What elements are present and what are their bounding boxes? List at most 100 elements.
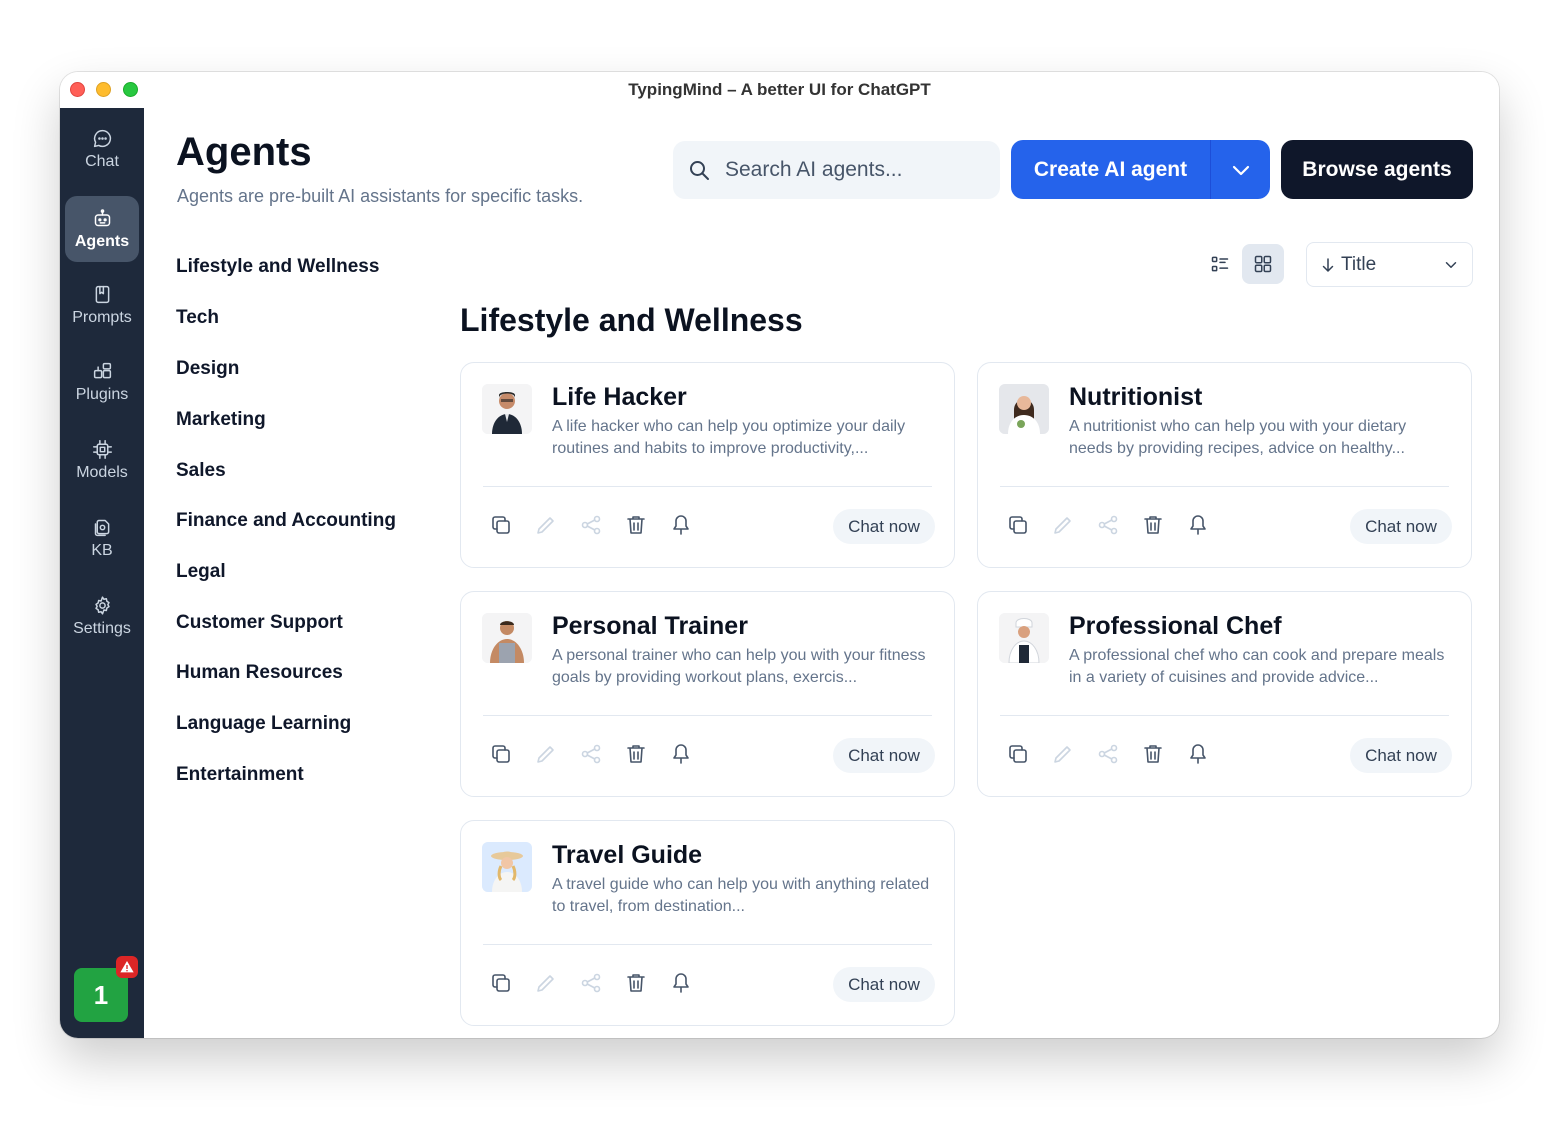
chat-now-button[interactable]: Chat now — [1350, 509, 1452, 544]
sidebar: Chat Agents Prompts Plugins Models KB Se… — [60, 108, 144, 1038]
category-item[interactable]: Legal — [176, 561, 226, 583]
search-icon — [690, 161, 709, 180]
pin-icon[interactable] — [669, 742, 693, 766]
category-item[interactable]: Design — [176, 358, 239, 380]
pin-icon[interactable] — [1186, 742, 1210, 766]
copy-icon[interactable] — [489, 971, 513, 995]
sidebar-item-label: Agents — [74, 232, 130, 250]
agent-card[interactable]: Travel Guide A travel guide who can help… — [460, 820, 955, 1026]
agent-description: A nutritionist who can help you with you… — [1069, 418, 1407, 457]
agent-card[interactable]: Life Hacker A life hacker who can help y… — [460, 362, 955, 568]
category-item[interactable]: Tech — [176, 307, 219, 329]
copy-icon[interactable] — [1006, 742, 1030, 766]
category-item[interactable]: Lifestyle and Wellness — [176, 256, 379, 278]
divider — [483, 486, 932, 487]
create-agent-dropdown-button[interactable] — [1210, 140, 1270, 199]
book-icon — [95, 285, 109, 303]
category-item[interactable]: Human Resources — [176, 662, 343, 684]
sidebar-item-agents[interactable]: Agents — [65, 196, 139, 262]
copy-icon[interactable] — [489, 513, 513, 537]
agent-card[interactable]: Nutritionist A nutritionist who can help… — [977, 362, 1472, 568]
edit-icon[interactable] — [534, 971, 558, 995]
category-item[interactable]: Language Learning — [176, 713, 351, 735]
sidebar-item-label: Settings — [73, 619, 131, 637]
sidebar-item-chat[interactable]: Chat — [65, 116, 139, 182]
category-item[interactable]: Sales — [176, 460, 226, 482]
pin-icon[interactable] — [669, 971, 693, 995]
robot-icon — [94, 208, 110, 226]
agent-description: A personal trainer who can help you with… — [552, 647, 926, 686]
avatar — [482, 613, 532, 663]
search-input[interactable]: Search AI agents... — [673, 141, 1000, 199]
page-subtitle: Agents are pre-built AI assistants for s… — [177, 186, 584, 206]
window-title: TypingMind – A better UI for ChatGPT — [628, 80, 931, 99]
avatar — [482, 384, 532, 434]
browse-agents-button[interactable]: Browse agents — [1281, 140, 1473, 199]
category-item[interactable]: Entertainment — [176, 764, 304, 786]
sort-label: Title — [1341, 253, 1377, 275]
section-title: Lifestyle and Wellness — [460, 302, 803, 338]
sidebar-item-prompts[interactable]: Prompts — [65, 272, 139, 338]
agent-actions — [489, 742, 693, 766]
trash-icon[interactable] — [1141, 513, 1165, 537]
category-item[interactable]: Finance and Accounting — [176, 510, 396, 532]
sidebar-item-label: Chat — [85, 152, 119, 170]
chat-now-button[interactable]: Chat now — [833, 967, 935, 1002]
trash-icon[interactable] — [624, 971, 648, 995]
sidebar-item-models[interactable]: Models — [65, 427, 139, 493]
create-agent-button-group: Create AI agent — [1011, 140, 1270, 199]
chat-now-button[interactable]: Chat now — [833, 738, 935, 773]
agent-name: Professional Chef — [1069, 612, 1282, 640]
sidebar-item-kb[interactable]: KB — [65, 505, 139, 571]
avatar — [999, 384, 1049, 434]
edit-icon[interactable] — [534, 513, 558, 537]
trash-icon[interactable] — [624, 742, 648, 766]
copy-icon[interactable] — [489, 742, 513, 766]
edit-icon[interactable] — [534, 742, 558, 766]
pin-icon[interactable] — [1186, 513, 1210, 537]
divider — [1000, 486, 1449, 487]
agent-actions — [1006, 513, 1210, 537]
edit-icon[interactable] — [1051, 742, 1075, 766]
agent-card[interactable]: Personal Trainer A personal trainer who … — [460, 591, 955, 797]
chat-bubble-icon — [93, 129, 111, 147]
list-view-button[interactable] — [1199, 244, 1241, 284]
pin-icon[interactable] — [669, 513, 693, 537]
grid-view-icon — [1254, 255, 1272, 273]
agent-card[interactable]: Professional Chef A professional chef wh… — [977, 591, 1472, 797]
share-icon[interactable] — [579, 513, 603, 537]
share-icon[interactable] — [1096, 513, 1120, 537]
agent-name: Nutritionist — [1069, 383, 1203, 411]
category-item[interactable]: Customer Support — [176, 612, 343, 634]
sidebar-item-plugins[interactable]: Plugins — [65, 349, 139, 415]
divider — [483, 715, 932, 716]
sort-select[interactable]: Title — [1306, 242, 1473, 287]
sidebar-item-label: KB — [91, 541, 113, 559]
agent-actions — [1006, 742, 1210, 766]
sidebar-item-label: Plugins — [75, 385, 129, 403]
chevron-down-icon — [1445, 261, 1457, 268]
share-icon[interactable] — [579, 742, 603, 766]
agent-actions — [489, 513, 693, 537]
create-agent-button[interactable]: Create AI agent — [1011, 140, 1210, 199]
agent-name: Travel Guide — [552, 841, 703, 869]
avatar — [999, 613, 1049, 663]
edit-icon[interactable] — [1051, 513, 1075, 537]
copy-icon[interactable] — [1006, 513, 1030, 537]
puzzle-icon — [93, 362, 111, 378]
sidebar-item-settings[interactable]: Settings — [65, 583, 139, 649]
chevron-down-icon — [1232, 165, 1249, 175]
share-icon[interactable] — [579, 971, 603, 995]
chat-now-button[interactable]: Chat now — [1350, 738, 1452, 773]
share-icon[interactable] — [1096, 742, 1120, 766]
trash-icon[interactable] — [1141, 742, 1165, 766]
agent-name: Personal Trainer — [552, 612, 748, 640]
category-item[interactable]: Marketing — [176, 409, 266, 431]
gear-icon — [94, 595, 110, 615]
avatar — [482, 842, 532, 892]
grid-view-button[interactable] — [1242, 244, 1284, 284]
search-placeholder: Search AI agents... — [725, 158, 903, 181]
chat-now-button[interactable]: Chat now — [833, 509, 935, 544]
page-title: Agents — [176, 130, 312, 174]
trash-icon[interactable] — [624, 513, 648, 537]
